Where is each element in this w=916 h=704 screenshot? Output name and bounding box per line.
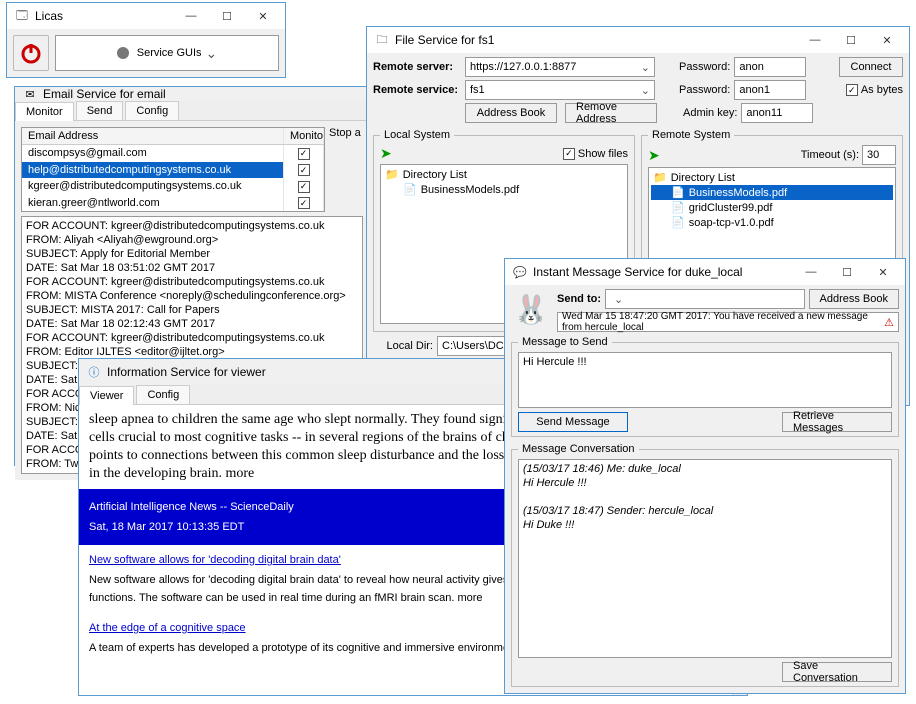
arrow-icon[interactable]: ➤	[648, 147, 660, 164]
licas-window: 🗔 Licas — ☐ ✕ Service GUIs	[6, 2, 286, 78]
remove-address-button[interactable]: Remove Address	[565, 103, 657, 123]
password-label: Password:	[679, 61, 730, 73]
tree-file[interactable]: 📄gridCluster99.pdf	[651, 200, 893, 215]
message-input[interactable]: Hi Hercule !!!	[518, 352, 892, 408]
close-button[interactable]: ✕	[865, 261, 901, 283]
adminkey-label: Admin key:	[683, 107, 737, 119]
table-row[interactable]: help@distributedcomputingsystems.co.uk	[22, 162, 324, 179]
tree-folder[interactable]: 📁Directory List	[651, 170, 893, 185]
tab-monitor[interactable]: Monitor	[15, 102, 74, 121]
tree-folder[interactable]: 📁Directory List	[383, 167, 625, 182]
maximize-button[interactable]: ☐	[209, 5, 245, 27]
titlebar: ✉ Email Service for email	[15, 87, 369, 101]
service-guis-combo[interactable]: Service GUIs	[55, 35, 279, 71]
window-title: Email Service for email	[43, 87, 365, 101]
dot-icon	[117, 47, 129, 59]
message-conversation-group: Message Conversation (15/03/17 18:46) Me…	[511, 443, 899, 687]
send-message-button[interactable]: Send Message	[518, 412, 628, 432]
conversation-log[interactable]: (15/03/17 18:46) Me: duke_local Hi Hercu…	[518, 459, 892, 658]
email-icon: ✉	[23, 87, 37, 101]
minimize-button[interactable]: —	[793, 261, 829, 283]
table-row[interactable]: kgreer@distributedcomputingsystems.co.uk	[22, 178, 324, 195]
monitor-checkbox[interactable]	[298, 148, 310, 160]
show-files-check[interactable]: Show files	[563, 148, 628, 160]
tab-config[interactable]: Config	[136, 385, 190, 404]
email-grid[interactable]: Email Address Monitor discompsys@gmail.c…	[21, 127, 325, 212]
as-bytes-check[interactable]: As bytes	[846, 84, 903, 96]
connect-button[interactable]: Connect	[839, 57, 903, 77]
retrieve-messages-button[interactable]: Retrieve Messages	[782, 412, 892, 432]
tree-file[interactable]: 📄BusinessModels.pdf	[651, 185, 893, 200]
titlebar: 🗀 File Service for fs1 — ☐ ✕	[367, 27, 909, 53]
pdf-icon: 📄	[403, 183, 417, 196]
remote-service-label: Remote service:	[373, 84, 461, 96]
address-book-button[interactable]: Address Book	[465, 103, 557, 123]
minimize-button[interactable]: —	[797, 29, 833, 51]
window-title: File Service for fs1	[395, 33, 797, 47]
password-input[interactable]: anon	[734, 57, 806, 77]
pdf-icon: 📄	[671, 201, 685, 214]
password-input-2[interactable]: anon1	[734, 80, 806, 100]
table-row[interactable]: discompsys@gmail.com	[22, 145, 324, 162]
password-label-2: Password:	[679, 84, 730, 96]
pdf-icon: 📄	[671, 186, 685, 199]
info-icon: ⓘ	[87, 365, 101, 379]
chat-icon: 💬	[513, 265, 527, 279]
file-icon: 🗀	[375, 33, 389, 47]
monitor-checkbox[interactable]	[298, 181, 310, 193]
alert-icon: ⚠	[884, 316, 894, 329]
send-to-combo[interactable]	[605, 289, 805, 309]
folder-icon: 📁	[653, 171, 667, 184]
titlebar: 🗔 Licas — ☐ ✕	[7, 3, 285, 29]
pdf-icon: 📄	[671, 216, 685, 229]
col-email: Email Address	[22, 128, 284, 144]
tree-file[interactable]: 📄BusinessModels.pdf	[383, 182, 625, 197]
remote-server-label: Remote server:	[373, 61, 461, 73]
table-row[interactable]: kieran.greer@ntlworld.com	[22, 195, 324, 212]
close-button[interactable]: ✕	[869, 29, 905, 51]
im-service-window: 💬 Instant Message Service for duke_local…	[504, 258, 906, 694]
tabs: Monitor Send Config	[15, 101, 369, 121]
titlebar: 💬 Instant Message Service for duke_local…	[505, 259, 905, 285]
tab-viewer[interactable]: Viewer	[79, 386, 134, 405]
notification-bar: Wed Mar 15 18:47:20 GMT 2017: You have r…	[557, 312, 899, 332]
tab-send[interactable]: Send	[76, 101, 124, 120]
stop-label: Stop a	[329, 127, 363, 212]
timeout-input[interactable]: 30	[862, 145, 896, 165]
window-title: Licas	[35, 9, 173, 23]
minimize-button[interactable]: —	[173, 5, 209, 27]
avatar-icon: 🐰	[511, 289, 551, 329]
remote-server-combo[interactable]: https://127.0.0.1:8877	[465, 57, 655, 77]
arrow-icon[interactable]: ➤	[380, 145, 392, 162]
col-monitor: Monitor	[284, 128, 324, 144]
save-conversation-button[interactable]: Save Conversation	[782, 662, 892, 682]
close-button[interactable]: ✕	[245, 5, 281, 27]
folder-icon: 📁	[385, 168, 399, 181]
tab-config[interactable]: Config	[125, 101, 179, 120]
remote-service-combo[interactable]: fs1	[465, 80, 655, 100]
maximize-button[interactable]: ☐	[829, 261, 865, 283]
monitor-checkbox[interactable]	[298, 164, 310, 176]
message-to-send-group: Message to Send Hi Hercule !!! Send Mess…	[511, 336, 899, 437]
local-dir-label: Local Dir:	[373, 340, 433, 352]
app-icon: 🗔	[15, 9, 29, 23]
window-title: Instant Message Service for duke_local	[533, 265, 793, 279]
tree-file[interactable]: 📄soap-tcp-v1.0.pdf	[651, 215, 893, 230]
maximize-button[interactable]: ☐	[833, 29, 869, 51]
power-button[interactable]	[13, 35, 49, 71]
send-to-label: Send to:	[557, 293, 601, 305]
power-icon	[19, 41, 43, 65]
timeout-label: Timeout (s):	[801, 149, 859, 161]
adminkey-input[interactable]: anon11	[741, 103, 813, 123]
monitor-checkbox[interactable]	[298, 197, 310, 209]
address-book-button[interactable]: Address Book	[809, 289, 899, 309]
